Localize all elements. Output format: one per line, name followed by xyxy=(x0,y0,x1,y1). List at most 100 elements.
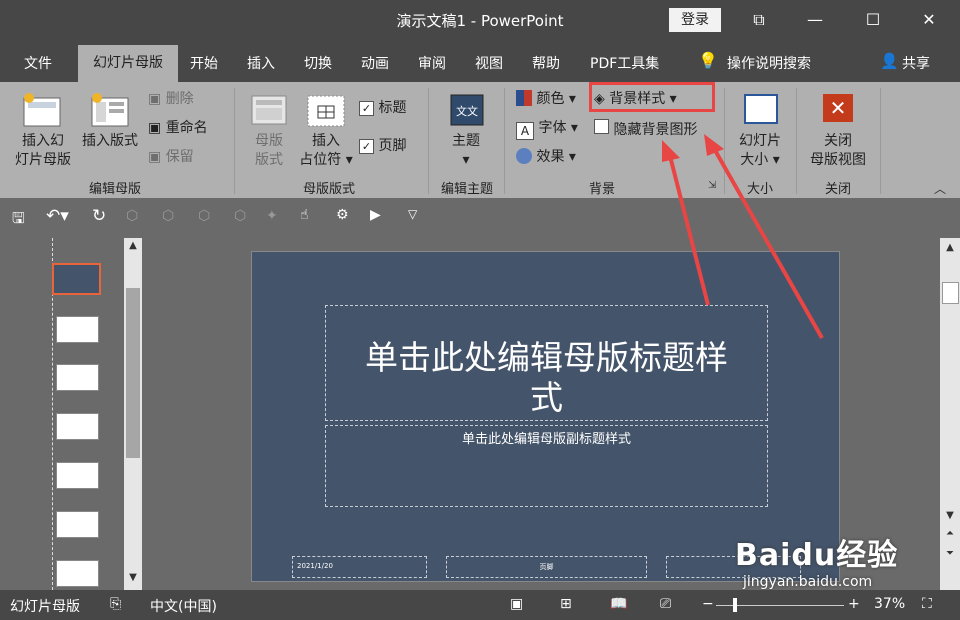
scroll-up-icon[interactable]: ▲ xyxy=(125,240,141,256)
tab-animations[interactable]: 动画 xyxy=(361,53,389,73)
hide-background-graphics-checkbox[interactable]: 隐藏背景图形 xyxy=(594,119,697,140)
background-styles-button[interactable]: ◈ 背景样式 ▾ xyxy=(594,90,677,109)
review-icon[interactable]: ⚙ xyxy=(336,207,349,223)
fit-to-window-icon[interactable]: ⛶ xyxy=(922,596,932,612)
status-bar: 幻灯片母版 ⎘ 中文(中国) ▣ ⊞ 📖 ⎚ − + 37% ⛶ xyxy=(0,590,960,620)
checkbox-checked-icon: ✓ xyxy=(359,101,374,116)
title-bar: 演示文稿1 - PowerPoint 登录 ⧉ — ☐ ✕ xyxy=(0,0,960,40)
colors-button[interactable]: 颜色 ▾ xyxy=(516,90,576,109)
scrollbar-thumb[interactable] xyxy=(942,282,959,304)
scroll-up-icon[interactable]: ▲ xyxy=(942,242,958,253)
footer-placeholder[interactable]: 页脚 xyxy=(446,556,647,578)
effects-icon xyxy=(516,148,532,164)
insert-slide-master-button[interactable]: 插入幻 灯片母版 xyxy=(10,132,76,170)
minimize-icon[interactable]: — xyxy=(792,6,838,34)
login-button[interactable]: 登录 xyxy=(669,8,721,32)
zoom-out-icon[interactable]: − xyxy=(702,596,714,612)
effects-button[interactable]: 效果 ▾ xyxy=(516,148,576,167)
tab-file[interactable]: 文件 xyxy=(24,53,52,73)
separator xyxy=(724,88,725,194)
close-master-view-button[interactable]: 关闭 母版视图 xyxy=(802,132,874,170)
dropdown-arrow-icon: ▾ xyxy=(768,152,780,168)
tab-review[interactable]: 审阅 xyxy=(418,53,446,73)
cube-settings-icon[interactable]: ⬡ xyxy=(234,208,246,224)
present-icon[interactable]: ▶ xyxy=(370,207,381,223)
insert-layout-button[interactable]: 插入版式 xyxy=(76,132,144,151)
master-layout-button[interactable]: 母版 版式 xyxy=(244,132,294,170)
svg-text:文文: 文文 xyxy=(456,104,478,118)
person-icon[interactable]: 👤 xyxy=(880,52,899,70)
footer-text: 页脚 xyxy=(539,563,554,571)
close-window-icon[interactable]: ✕ xyxy=(906,6,952,34)
insert-placeholder-icon xyxy=(306,94,346,132)
previous-slide-icon[interactable]: ⏶ xyxy=(942,528,958,539)
scrollbar-thumb[interactable] xyxy=(126,288,140,458)
scroll-down-icon[interactable]: ▼ xyxy=(942,510,958,521)
date-text: 2021/1/20 xyxy=(297,562,333,570)
scroll-down-icon[interactable]: ▼ xyxy=(125,572,141,588)
layout-thumbnail[interactable] xyxy=(56,560,99,587)
title-checkbox[interactable]: ✓ 标题 xyxy=(359,99,406,118)
save-icon[interactable]: 🖫 xyxy=(12,208,25,233)
watermark-brand: Baidu经验 xyxy=(735,538,899,573)
delete-button[interactable]: ▣ 删除 xyxy=(148,90,194,109)
layout-thumbnail[interactable] xyxy=(56,413,99,440)
cube-icon[interactable]: ⬡ xyxy=(198,208,210,224)
normal-view-icon[interactable]: ▣ xyxy=(510,596,523,612)
accessibility-icon[interactable]: ⎘ xyxy=(110,596,121,612)
lightbulb-icon[interactable]: 💡 xyxy=(698,51,718,70)
tab-insert[interactable]: 插入 xyxy=(247,53,275,73)
layout-thumbnail[interactable] xyxy=(56,462,99,489)
share-button[interactable]: 共享 xyxy=(902,53,930,73)
tab-pdf-tools[interactable]: PDF工具集 xyxy=(590,53,659,73)
tab-help[interactable]: 帮助 xyxy=(532,53,560,73)
rename-button[interactable]: ▣ 重命名 xyxy=(148,119,208,138)
title-placeholder[interactable]: 单击此处编辑母版标题样 式 xyxy=(325,305,768,421)
group-label-size: 大小 xyxy=(746,182,773,197)
slideshow-icon[interactable]: ⎚ xyxy=(660,596,671,612)
dialog-launcher-icon[interactable]: ⇲ xyxy=(708,180,716,191)
baidu-watermark: Baidu经验 jingyan.baidu.com xyxy=(735,530,925,590)
date-placeholder[interactable]: 2021/1/20 xyxy=(292,556,427,578)
layout-thumbnail[interactable] xyxy=(56,511,99,538)
zoom-slider-thumb[interactable] xyxy=(733,598,737,612)
slide-size-button[interactable]: 幻灯片 大小 ▾ xyxy=(730,132,790,170)
layout-thumbnail[interactable] xyxy=(56,364,99,391)
language-indicator[interactable]: 中文(中国) xyxy=(150,596,217,616)
ribbon-display-icon[interactable]: ⧉ xyxy=(736,6,782,34)
reading-view-icon[interactable]: 📖 xyxy=(610,596,627,612)
customize-qat-icon[interactable]: ▽ xyxy=(408,207,417,221)
separator xyxy=(234,88,235,194)
thumbnail-scrollbar[interactable]: ▲ ▼ xyxy=(124,238,142,590)
footer-checkbox[interactable]: ✓ 页脚 xyxy=(359,137,406,156)
cube-icon[interactable]: ⬡ xyxy=(162,208,174,224)
themes-button[interactable]: 主题 ▾ xyxy=(440,132,492,170)
touch-mode-icon[interactable]: ☝ xyxy=(300,207,309,223)
slide-sorter-icon[interactable]: ⊞ xyxy=(560,596,572,612)
undo-icon[interactable]: ↶▾ xyxy=(46,206,69,226)
redo-icon[interactable]: ↻ xyxy=(92,206,106,226)
slide-master-thumbnail[interactable] xyxy=(52,263,101,295)
slide-scrollbar[interactable]: ▲ ▼ ⏶ ⏷ xyxy=(940,238,960,590)
maximize-icon[interactable]: ☐ xyxy=(850,6,896,34)
zoom-in-icon[interactable]: + xyxy=(848,596,860,612)
checkbox-checked-icon: ✓ xyxy=(359,139,374,154)
master-layout-icon xyxy=(250,94,288,130)
subtitle-placeholder[interactable]: 单击此处编辑母版副标题样式 xyxy=(325,425,768,507)
preserve-button[interactable]: ▣ 保留 xyxy=(148,148,194,167)
next-slide-icon[interactable]: ⏷ xyxy=(942,548,958,559)
tell-me-search[interactable]: 操作说明搜索 xyxy=(727,53,811,73)
star-icon[interactable]: ✦ xyxy=(266,208,278,224)
tab-home[interactable]: 开始 xyxy=(190,53,218,73)
zoom-percent[interactable]: 37% xyxy=(874,596,905,612)
insert-placeholder-button[interactable]: 插入 占位符 ▾ xyxy=(296,132,356,170)
tab-transitions[interactable]: 切换 xyxy=(304,53,332,73)
fonts-icon: A xyxy=(516,122,534,140)
layout-thumbnail[interactable] xyxy=(56,316,99,343)
fonts-button[interactable]: A 字体 ▾ xyxy=(516,119,578,140)
ribbon-tabs: 文件 幻灯片母版 开始 插入 切换 动画 审阅 视图 帮助 PDF工具集 💡 操… xyxy=(0,40,960,82)
tab-view[interactable]: 视图 xyxy=(475,53,503,73)
collapse-ribbon-icon[interactable]: ︿ xyxy=(934,180,946,197)
cube-icon[interactable]: ⬡ xyxy=(126,208,138,224)
tab-slide-master[interactable]: 幻灯片母版 xyxy=(78,45,178,82)
